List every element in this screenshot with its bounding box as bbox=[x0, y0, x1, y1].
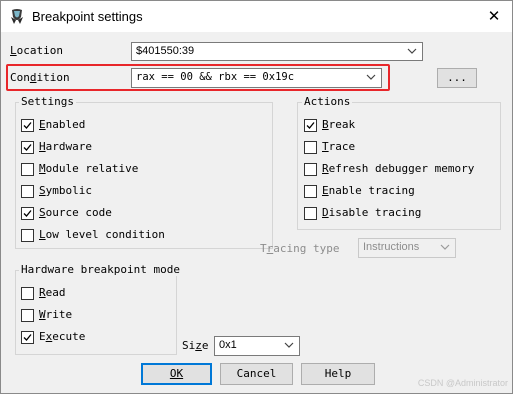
location-label-mnemonic: L bbox=[10, 44, 17, 57]
checkbox-label: Enable tracing bbox=[322, 184, 415, 197]
mnemonic: x bbox=[45, 330, 53, 343]
title-bar: Breakpoint settings ✕ bbox=[1, 1, 512, 32]
checkbox-box[interactable] bbox=[21, 119, 34, 132]
checkbox-label: Low level condition bbox=[39, 228, 165, 241]
size-combo[interactable]: 0x1 bbox=[214, 336, 300, 356]
checkbox-hardware[interactable]: Hardware bbox=[21, 140, 221, 156]
checkbox-box[interactable] bbox=[304, 207, 317, 220]
checkbox-box[interactable] bbox=[21, 163, 34, 176]
chevron-down-icon bbox=[407, 48, 417, 54]
mnemonic: S bbox=[39, 206, 46, 219]
check-icon bbox=[23, 144, 32, 151]
mnemonic: H bbox=[39, 140, 46, 153]
settings-group-title: Settings bbox=[19, 95, 76, 108]
mnemonic: S bbox=[39, 184, 46, 197]
checkbox-label: Hardware bbox=[39, 140, 92, 153]
checkbox-box[interactable] bbox=[21, 309, 34, 322]
watermark-text: CSDN @Administrator bbox=[417, 378, 508, 388]
checkbox-label: Enabled bbox=[39, 118, 86, 131]
checkbox-box[interactable] bbox=[304, 163, 317, 176]
tracing-type-value: Instructions bbox=[363, 241, 420, 253]
checkbox-low-level-condition[interactable]: Low level condition bbox=[21, 228, 251, 244]
condition-expression-button[interactable]: ... bbox=[437, 68, 477, 88]
checkbox-label: Refresh debugger memory bbox=[322, 162, 475, 175]
checkbox-box[interactable] bbox=[21, 185, 34, 198]
checkbox-label: Read bbox=[39, 286, 66, 299]
checkbox-label: Execute bbox=[39, 330, 86, 343]
location-combo[interactable]: $401550:39 bbox=[131, 42, 423, 61]
checkbox-box[interactable] bbox=[304, 141, 317, 154]
mnemonic: T bbox=[322, 140, 329, 153]
checkbox-disable-tracing[interactable]: Disable tracing bbox=[304, 206, 494, 222]
checkbox-box[interactable] bbox=[21, 287, 34, 300]
checkbox-refresh-debugger-memory[interactable]: Refresh debugger memory bbox=[304, 162, 499, 178]
mnemonic: L bbox=[39, 228, 46, 241]
check-icon bbox=[23, 210, 32, 217]
actions-group-title: Actions bbox=[302, 95, 353, 108]
checkbox-break[interactable]: Break bbox=[304, 118, 494, 134]
condition-label-text2: ition bbox=[36, 71, 70, 84]
tracing-type-combo[interactable]: Instructions bbox=[358, 238, 456, 258]
location-label: Location bbox=[10, 44, 63, 57]
checkbox-execute[interactable]: Execute bbox=[21, 330, 161, 346]
checkbox-label: Disable tracing bbox=[322, 206, 422, 219]
chevron-down-icon bbox=[440, 244, 450, 250]
close-icon[interactable]: ✕ bbox=[482, 4, 506, 28]
checkbox-label: Write bbox=[39, 308, 73, 321]
mnemonic: R bbox=[39, 286, 46, 299]
mnemonic: E bbox=[322, 184, 329, 197]
checkbox-symbolic[interactable]: Symbolic bbox=[21, 184, 221, 200]
condition-value: rax == 00 && rbx == 0x19c bbox=[136, 71, 295, 83]
ok-button[interactable]: OK bbox=[141, 363, 212, 385]
checkbox-box[interactable] bbox=[21, 207, 34, 220]
checkbox-box[interactable] bbox=[21, 229, 34, 242]
mnemonic: z bbox=[195, 339, 202, 352]
checkbox-box[interactable] bbox=[21, 141, 34, 154]
mnemonic: r bbox=[266, 242, 274, 255]
x64dbg-icon bbox=[11, 9, 23, 24]
checkbox-write[interactable]: Write bbox=[21, 308, 161, 324]
size-value: 0x1 bbox=[219, 339, 237, 351]
checkbox-enabled[interactable]: Enabled bbox=[21, 118, 221, 134]
checkbox-enable-tracing[interactable]: Enable tracing bbox=[304, 184, 494, 200]
mnemonic: E bbox=[39, 118, 46, 131]
mnemonic: R bbox=[322, 162, 329, 175]
checkbox-module-relative[interactable]: Module relative bbox=[21, 162, 221, 178]
ok-button-label: OK bbox=[169, 367, 184, 380]
checkbox-source-code[interactable]: Source code bbox=[21, 206, 221, 222]
cancel-button[interactable]: Cancel bbox=[220, 363, 293, 385]
checkbox-box[interactable] bbox=[21, 331, 34, 344]
condition-combo[interactable]: rax == 00 && rbx == 0x19c bbox=[131, 68, 382, 88]
checkbox-box[interactable] bbox=[304, 119, 317, 132]
hw-mode-group-title: Hardware breakpoint mode bbox=[19, 263, 182, 276]
mnemonic: D bbox=[322, 206, 329, 219]
window-title: Breakpoint settings bbox=[32, 9, 143, 24]
chevron-down-icon bbox=[284, 342, 294, 348]
checkbox-label: Symbolic bbox=[39, 184, 92, 197]
checkbox-label: Break bbox=[322, 118, 356, 131]
condition-label-text1: Con bbox=[10, 71, 30, 84]
check-icon bbox=[306, 122, 315, 129]
checkbox-trace[interactable]: Trace bbox=[304, 140, 494, 156]
breakpoint-settings-dialog: Breakpoint settings ✕ Location $401550:3… bbox=[0, 0, 513, 394]
check-icon bbox=[23, 122, 32, 129]
mnemonic: M bbox=[39, 162, 46, 175]
tracing-type-label: Tracing type bbox=[260, 242, 340, 255]
condition-label-mnemonic: d bbox=[29, 71, 37, 84]
chevron-down-icon bbox=[366, 74, 376, 80]
mnemonic: B bbox=[322, 118, 329, 131]
help-button[interactable]: Help bbox=[301, 363, 375, 385]
checkbox-label: Module relative bbox=[39, 162, 139, 175]
condition-label: Condition bbox=[10, 71, 70, 84]
size-label: Size bbox=[182, 339, 209, 352]
checkbox-read[interactable]: Read bbox=[21, 286, 161, 302]
check-icon bbox=[23, 334, 32, 341]
mnemonic: W bbox=[39, 308, 46, 321]
checkbox-label: Source code bbox=[39, 206, 112, 219]
location-label-text: ocation bbox=[16, 44, 63, 57]
checkbox-label: Trace bbox=[322, 140, 356, 153]
location-value: $401550:39 bbox=[136, 45, 195, 57]
checkbox-box[interactable] bbox=[304, 185, 317, 198]
